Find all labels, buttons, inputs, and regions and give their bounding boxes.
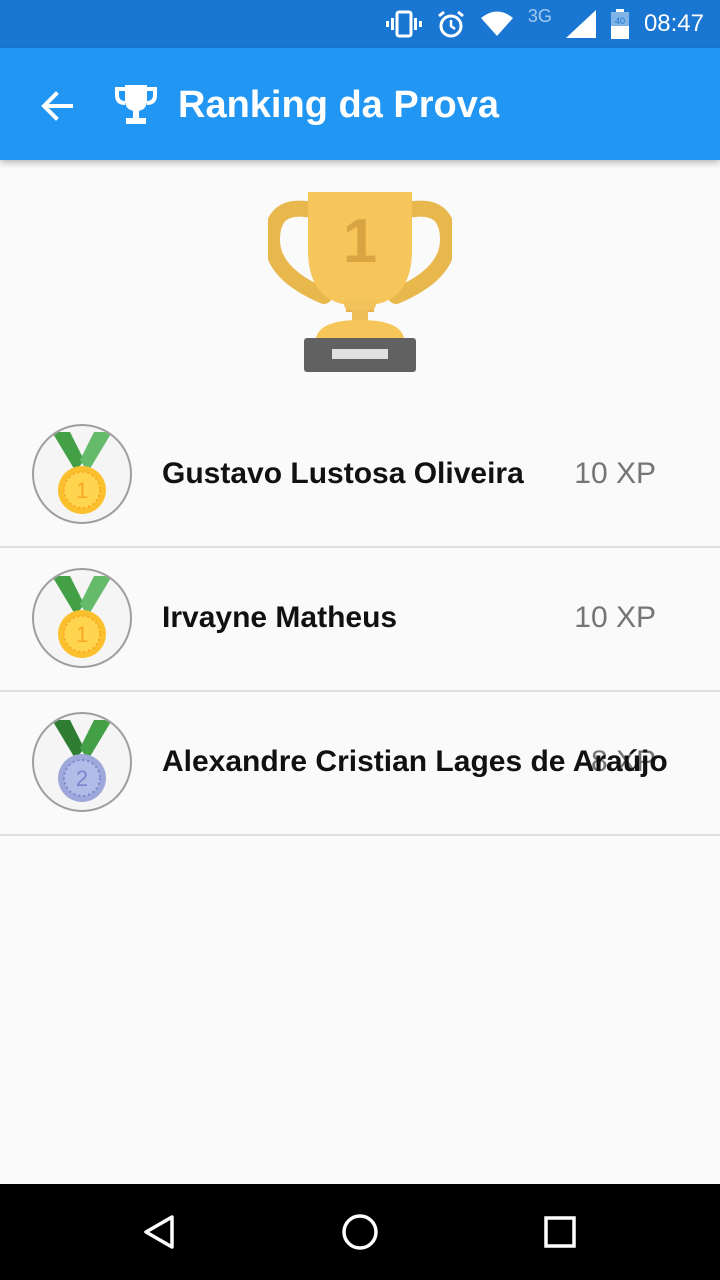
- alarm-icon: [436, 9, 466, 39]
- participant-name: Irvayne Matheus: [162, 601, 398, 634]
- medal-number: 1: [76, 622, 88, 647]
- nav-home-button[interactable]: [340, 1212, 380, 1252]
- participant-xp: 10 XP: [574, 601, 656, 634]
- ranking-row[interactable]: 1 Gustavo Lustosa Oliveira 10 XP: [0, 404, 720, 548]
- nav-home-icon: [342, 1214, 378, 1250]
- medal-number: 1: [76, 478, 88, 503]
- status-icons: 3G 40 08:47: [372, 0, 704, 48]
- wifi-icon: [480, 11, 514, 37]
- network-type: 3G: [527, 5, 552, 26]
- silver-medal-icon: 2: [32, 712, 132, 812]
- gold-medal-icon: 1: [32, 424, 132, 524]
- system-nav-bar: [0, 1184, 720, 1280]
- status-time: 08:47: [643, 10, 704, 37]
- ranking-row[interactable]: 1 Irvayne Matheus 10 XP: [0, 548, 720, 692]
- back-button[interactable]: [36, 86, 76, 126]
- participant-name: Alexandre Cristian Lages de Araújo: [162, 745, 668, 778]
- battery-icon: 40: [610, 9, 630, 39]
- nav-back-icon: [144, 1215, 174, 1249]
- trophy-first-place-icon: 1: [263, 188, 457, 379]
- page-title: Ranking da Prova: [178, 84, 499, 126]
- arrow-left-icon: [41, 91, 73, 121]
- nav-back-button[interactable]: [140, 1212, 180, 1252]
- app-bar: Ranking da Prova: [0, 48, 720, 160]
- battery-level: 40: [615, 16, 625, 26]
- signal-icon: [565, 10, 596, 38]
- trophy-place-number: 1: [343, 207, 377, 276]
- medal-number: 2: [76, 766, 88, 791]
- nav-recents-button[interactable]: [540, 1212, 580, 1252]
- ranking-content: 1 1 Gustavo Lustosa Oliveira 10 XP 1 Irv…: [0, 160, 720, 1184]
- participant-xp: 10 XP: [574, 457, 656, 490]
- ranking-row[interactable]: 2 8 XP Alexandre Cristian Lages de Araúj…: [0, 692, 720, 836]
- gold-medal-icon: 1: [32, 568, 132, 668]
- vibrate-icon: [385, 10, 422, 38]
- ranking-list: 1 Gustavo Lustosa Oliveira 10 XP 1 Irvay…: [0, 404, 720, 836]
- nav-recents-icon: [544, 1216, 576, 1248]
- trophy-icon: [114, 82, 158, 131]
- status-bar: 3G 40 08:47: [0, 0, 720, 48]
- participant-name: Gustavo Lustosa Oliveira: [162, 457, 524, 490]
